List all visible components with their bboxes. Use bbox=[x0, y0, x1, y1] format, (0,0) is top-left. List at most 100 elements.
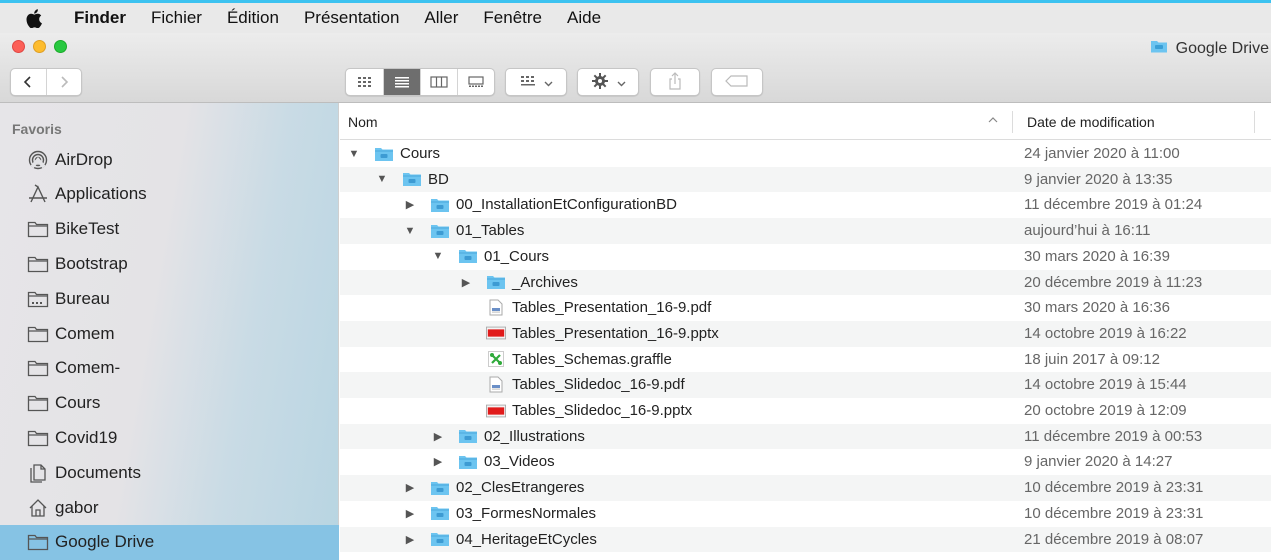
sidebar-item-comem[interactable]: Comem bbox=[0, 316, 339, 351]
list-item-date: 18 juin 2017 à 09:12 bbox=[1024, 350, 1160, 368]
list-item[interactable]: ▶ _Archives 20 décembre 2019 à 11:23 bbox=[340, 269, 1271, 296]
disclosure-collapsed-icon[interactable]: ▶ bbox=[404, 533, 416, 546]
disclosure-expanded-icon[interactable]: ▼ bbox=[432, 250, 444, 262]
desktop-icon bbox=[27, 288, 49, 310]
menu-edition[interactable]: Édition bbox=[227, 8, 279, 28]
sidebar-item-label: Comem bbox=[55, 323, 115, 343]
sidebar-item-applications[interactable]: Applications bbox=[0, 177, 339, 212]
sidebar-item-comem[interactable]: Comem- bbox=[0, 351, 339, 386]
list-item[interactable]: ▶ 02_ClesEtrangeres 10 décembre 2019 à 23:… bbox=[340, 475, 1271, 501]
folder-icon bbox=[430, 505, 450, 521]
list-item[interactable]: ▶ 03_FormesNormales 10 décembre 2019 à 23:… bbox=[340, 501, 1271, 527]
sidebar-item-label: Google Drive bbox=[55, 532, 155, 552]
disclosure-collapsed-icon[interactable]: ▶ bbox=[404, 481, 416, 494]
folder-icon bbox=[27, 357, 49, 379]
list-item[interactable]: Tables_Schemas.graffle 18 juin 2017 à 09:… bbox=[340, 347, 1271, 373]
folder-icon bbox=[1150, 39, 1168, 58]
list-item-name: Tables_Presentation_16-9.pptx bbox=[512, 324, 719, 342]
list-item-name: 01_Tables bbox=[456, 222, 525, 240]
sidebar-item-label: Cours bbox=[55, 393, 101, 413]
list-item-name: 04_HeritageEtCycles bbox=[456, 530, 597, 548]
gear-icon bbox=[591, 72, 609, 93]
folder-icon bbox=[27, 531, 49, 553]
column-divider[interactable] bbox=[1254, 111, 1255, 133]
list-item[interactable]: ▶ 04_HeritageEtCycles 21 décembre 2019 à 0… bbox=[340, 526, 1271, 553]
column-divider[interactable] bbox=[1012, 111, 1013, 133]
sort-ascending-icon bbox=[988, 115, 998, 126]
list-item-name-cell: ▼ 01_Cours bbox=[432, 248, 550, 265]
sidebar-item-gabor[interactable]: gabor bbox=[0, 490, 339, 525]
list-item[interactable]: ▼ 01_Cours 30 mars 2020 à 16:39 bbox=[340, 244, 1271, 270]
sidebar-item-airdrop[interactable]: AirDrop bbox=[0, 142, 339, 177]
sidebar-item-biketest[interactable]: BikeTest bbox=[0, 212, 339, 247]
menu-finder[interactable]: Finder bbox=[74, 8, 126, 28]
list-item[interactable]: ▶ 00_InstallationEtConfigurationBD 11 déce… bbox=[340, 192, 1271, 218]
list-item[interactable]: Tables_Presentation_16-9.pdf 30 mars 2020… bbox=[340, 295, 1271, 321]
list-item-name-cell: ▼ 01_Tables bbox=[404, 222, 525, 240]
disclosure-collapsed-icon[interactable]: ▶ bbox=[460, 276, 472, 289]
folder-icon bbox=[430, 223, 450, 239]
disclosure-collapsed-icon[interactable]: ▶ bbox=[432, 430, 444, 443]
minimize-button[interactable] bbox=[33, 40, 46, 53]
gallery-view-icon[interactable] bbox=[457, 69, 494, 95]
list-item[interactable]: ▶ 02_Illustrations 11 décembre 2019 à 00:5… bbox=[340, 423, 1271, 450]
view-switcher bbox=[345, 68, 495, 96]
list-item[interactable]: Tables_Slidedoc_16-9.pdf 14 octobre 2019 … bbox=[340, 372, 1271, 398]
group-button[interactable] bbox=[505, 68, 567, 96]
list-item-name-cell: Tables_Slidedoc_16-9.pdf bbox=[460, 376, 685, 393]
list-item-name-cell: ▶ 02_ClesEtrangeres bbox=[404, 479, 585, 496]
list-item-name: 00_InstallationEtConfigurationBD bbox=[456, 196, 677, 214]
disclosure-expanded-icon[interactable]: ▼ bbox=[348, 148, 360, 160]
menu-aller[interactable]: Aller bbox=[424, 8, 458, 28]
disclosure-collapsed-icon[interactable]: ▶ bbox=[432, 455, 444, 468]
list-item[interactable]: ▼ BD 9 janvier 2020 à 13:35 bbox=[340, 166, 1271, 193]
apple-icon[interactable] bbox=[26, 8, 50, 28]
list-item-name: 03_Videos bbox=[484, 453, 555, 471]
sidebar-item-label: BikeTest bbox=[55, 219, 120, 239]
disclosure-expanded-icon[interactable]: ▼ bbox=[404, 225, 416, 237]
chevron-left-icon[interactable] bbox=[11, 69, 46, 95]
sidebar-item-bootstrap[interactable]: Bootstrap bbox=[0, 246, 339, 281]
sidebar-item-google-drive[interactable]: Google Drive bbox=[0, 524, 339, 560]
menu-aide[interactable]: Aide bbox=[567, 8, 601, 28]
menu-fichier[interactable]: Fichier bbox=[151, 8, 202, 28]
action-button[interactable] bbox=[577, 68, 639, 96]
list-item-date: 14 octobre 2019 à 16:22 bbox=[1024, 324, 1187, 342]
list-item-name: Tables_Schemas.graffle bbox=[512, 350, 672, 368]
menu-presentation[interactable]: Présentation bbox=[304, 8, 399, 28]
sidebar-item-documents[interactable]: Documents bbox=[0, 455, 339, 490]
column-header-date[interactable]: Date de modification bbox=[1027, 114, 1155, 130]
menu-fenetre[interactable]: Fenêtre bbox=[483, 8, 542, 28]
column-view-icon[interactable] bbox=[420, 69, 457, 95]
folder-icon bbox=[458, 248, 478, 264]
list-item[interactable]: ▶ 03_Videos 9 janvier 2020 à 14:27 bbox=[340, 449, 1271, 475]
list-item-name-cell: ▼ Cours bbox=[348, 145, 440, 162]
list-item[interactable]: Tables_Presentation_16-9.pptx 14 octobre … bbox=[340, 320, 1271, 347]
chevron-down-icon bbox=[617, 74, 626, 90]
list-item-date: 11 décembre 2019 à 00:53 bbox=[1024, 427, 1203, 445]
sidebar-item-cours[interactable]: Cours bbox=[0, 386, 339, 421]
sidebar-item-bureau[interactable]: Bureau bbox=[0, 281, 339, 316]
disclosure-collapsed-icon[interactable]: ▶ bbox=[404, 507, 416, 520]
chevron-right-icon[interactable] bbox=[45, 69, 81, 95]
share-button[interactable] bbox=[650, 68, 700, 96]
tag-button[interactable] bbox=[711, 68, 763, 96]
disclosure-collapsed-icon[interactable]: ▶ bbox=[404, 198, 416, 211]
icon-view-icon[interactable] bbox=[346, 69, 383, 95]
folder-icon bbox=[402, 171, 422, 187]
close-button[interactable] bbox=[12, 40, 25, 53]
list-item[interactable]: Tables_Slidedoc_16-9.pptx 20 octobre 2019… bbox=[340, 398, 1271, 424]
list-view-icon[interactable] bbox=[383, 69, 420, 95]
column-header-name[interactable]: Nom bbox=[348, 114, 378, 130]
zoom-button[interactable] bbox=[54, 40, 67, 53]
sidebar-item-label: Comem- bbox=[55, 358, 121, 378]
sidebar-item-covid19[interactable]: Covid19 bbox=[0, 420, 339, 455]
list-item[interactable]: ▼ Cours 24 janvier 2020 à 11:00 bbox=[340, 141, 1271, 167]
list-item-name-cell: ▶ 04_HeritageEtCycles bbox=[404, 531, 597, 548]
list-item-name-cell: Tables_Presentation_16-9.pptx bbox=[460, 325, 719, 342]
folder-icon bbox=[430, 531, 450, 547]
list-item[interactable]: ▼ 01_Tables aujourd’hui à 16:11 bbox=[340, 218, 1271, 244]
home-icon bbox=[27, 497, 49, 519]
folder-icon bbox=[486, 274, 506, 290]
disclosure-expanded-icon[interactable]: ▼ bbox=[376, 173, 388, 185]
